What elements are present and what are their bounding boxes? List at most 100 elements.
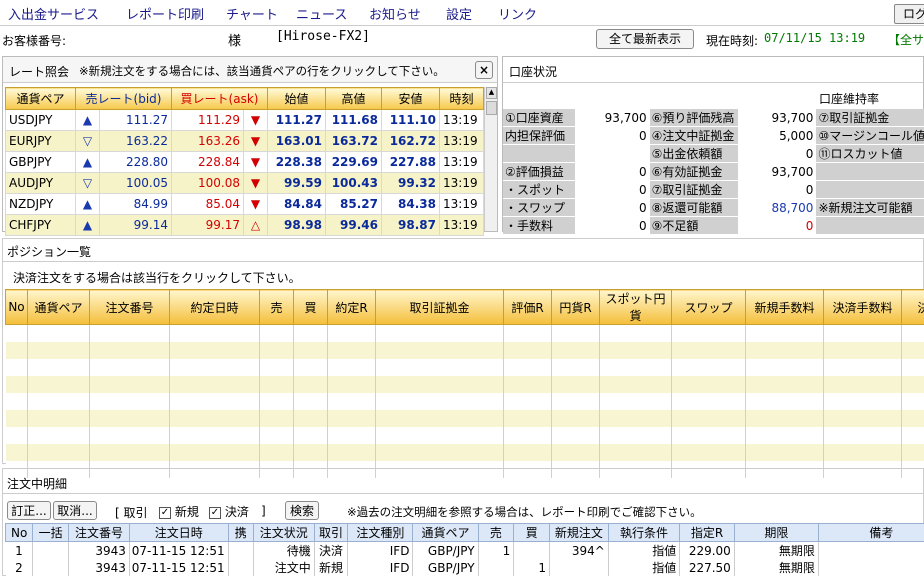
order-col-header: 買 [513,523,550,542]
bid-arrow-icon: ▽ [75,172,100,194]
position-cell [599,426,672,444]
bid-cell[interactable]: 99.14 [99,214,172,236]
order-cell: 待機 [253,541,315,559]
account-label: ⑦取引証拠金 [649,180,738,199]
position-cell [823,409,902,427]
open-cell: 111.27 [267,109,327,131]
position-cell [259,341,294,359]
position-cell [823,392,902,410]
ask-cell[interactable]: 99.17 [171,214,244,236]
high-cell: 99.46 [325,214,383,236]
order-cell: IFD [347,559,414,576]
position-row[interactable] [5,375,924,393]
bid-cell[interactable]: 84.99 [99,193,172,215]
position-cell [599,324,672,342]
menu-links[interactable]: リンク [498,4,537,23]
position-cell [551,375,600,393]
position-cell [671,392,746,410]
order-cell: 1 [478,541,515,559]
bid-cell[interactable]: 228.80 [99,151,172,173]
menu-report[interactable]: レポート印刷 [126,4,204,23]
position-row[interactable] [5,392,924,410]
rate-row[interactable]: USDJPY ▲ 111.27 111.29 ▼ 111.27 111.68 111.10 13… [5,109,485,131]
open-cell: 84.84 [267,193,327,215]
order-cell: 1 [513,559,550,576]
position-cell [27,324,90,342]
position-cell [327,443,376,461]
position-cell [293,409,328,427]
order-row[interactable]: 2 3943 07-11-15 12:51 注文中 新規 IFD GBP/JPY 1 指値 227… [5,559,924,576]
search-button[interactable]: 検索 [285,501,319,520]
divider [3,261,923,262]
ask-cell[interactable]: 228.84 [171,151,244,173]
bid-cell[interactable]: 111.27 [99,109,172,131]
position-cell [259,392,294,410]
position-cell [27,341,90,359]
close-icon[interactable]: × [475,61,493,79]
bid-cell[interactable]: 163.22 [99,130,172,152]
order-row[interactable]: 1 3943 07-11-15 12:51 待機 決済 IFD GBP/JPY 1 394^ 指値… [5,541,924,559]
order-cell: 2 [5,559,34,576]
account-value: 0 [574,180,650,199]
logout-button[interactable]: ログ [894,4,924,24]
rate-row[interactable]: EURJPY ▽ 163.22 163.26 ▼ 163.01 163.72 162.72 13… [5,130,485,152]
cancel-order-button[interactable]: 取消... [53,501,97,520]
checkbox-icon[interactable]: ✓ [159,506,171,519]
order-cell: 指値 [608,541,681,559]
position-row[interactable] [5,324,924,342]
account-value: 93,700 [574,109,650,127]
filter-prefix: [ 取引 [115,506,148,520]
rate-row[interactable]: AUDJPY ▽ 100.05 100.08 ▼ 99.59 100.43 99.32 13:1… [5,172,485,194]
position-row[interactable] [5,443,924,461]
ask-cell[interactable]: 111.29 [171,109,244,131]
order-col-header: 注文状況 [252,523,315,542]
order-cell: 07-11-15 12:51 [129,559,229,576]
position-cell [5,324,28,342]
position-cell [5,392,28,410]
position-row[interactable] [5,341,924,359]
scroll-up-icon[interactable]: ▲ [486,87,497,99]
position-row[interactable] [5,358,924,376]
position-row[interactable] [5,409,924,427]
rate-row[interactable]: NZDJPY ▲ 84.99 85.04 ▼ 84.84 85.27 84.38 13:19 [5,193,485,215]
ask-cell[interactable]: 85.04 [171,193,244,215]
account-label: ④注文中証拠金 [649,126,738,145]
ask-cell[interactable]: 100.08 [171,172,244,194]
rate-row[interactable]: CHFJPY ▲ 99.14 99.17 △ 98.98 99.46 98.87 13:19 [5,214,485,236]
open-cell: 228.38 [267,151,327,173]
ask-cell[interactable]: 163.26 [171,130,244,152]
position-cell [503,324,552,342]
position-cell [259,375,294,393]
divider [3,493,923,494]
rate-scrollbar[interactable]: ▲ [484,87,497,231]
menu-settings[interactable]: 設定 [446,4,472,23]
correct-button[interactable]: 訂正... [7,501,51,520]
position-cell [169,443,260,461]
open-cell: 98.98 [267,214,327,236]
refresh-all-button[interactable]: 全て最新表示 [596,29,694,49]
new-filter[interactable]: ✓ 新規 [159,503,199,520]
menu-news[interactable]: ニュース [296,4,347,23]
position-cell [671,341,746,359]
account-label [503,144,575,163]
checkbox-icon[interactable]: ✓ [209,506,221,519]
order-cell: 229.00 [679,541,735,559]
rate-note: ※新規注文をする場合には、該当通貨ペアの行をクリックして下さい。 [79,64,445,78]
account-label [816,180,924,199]
menu-chart[interactable]: チャート [226,4,278,23]
positions-note: 決済注文をする場合は該当行をクリックして下さい。 [13,271,301,285]
position-row[interactable] [5,426,924,444]
menu-deposit[interactable]: 入出金サービス [8,4,99,23]
order-cell [513,541,550,559]
settle-filter[interactable]: ✓ 決済 [209,503,249,520]
bid-cell[interactable]: 100.05 [99,172,172,194]
account-value: 93,700 [737,162,817,181]
account-row: ⑤出金依頼額 0 ⑪ロスカット値 [503,144,924,163]
rate-row[interactable]: GBPJPY ▲ 228.80 228.84 ▼ 228.38 229.69 227.88 13… [5,151,485,173]
menu-notice[interactable]: お知らせ [369,4,421,23]
pair-cell: EURJPY [5,130,76,152]
scroll-thumb[interactable] [486,101,497,115]
position-cell [745,443,824,461]
bid-arrow-icon: ▲ [75,214,100,236]
account-label: ⑪ロスカット値 [816,144,924,163]
